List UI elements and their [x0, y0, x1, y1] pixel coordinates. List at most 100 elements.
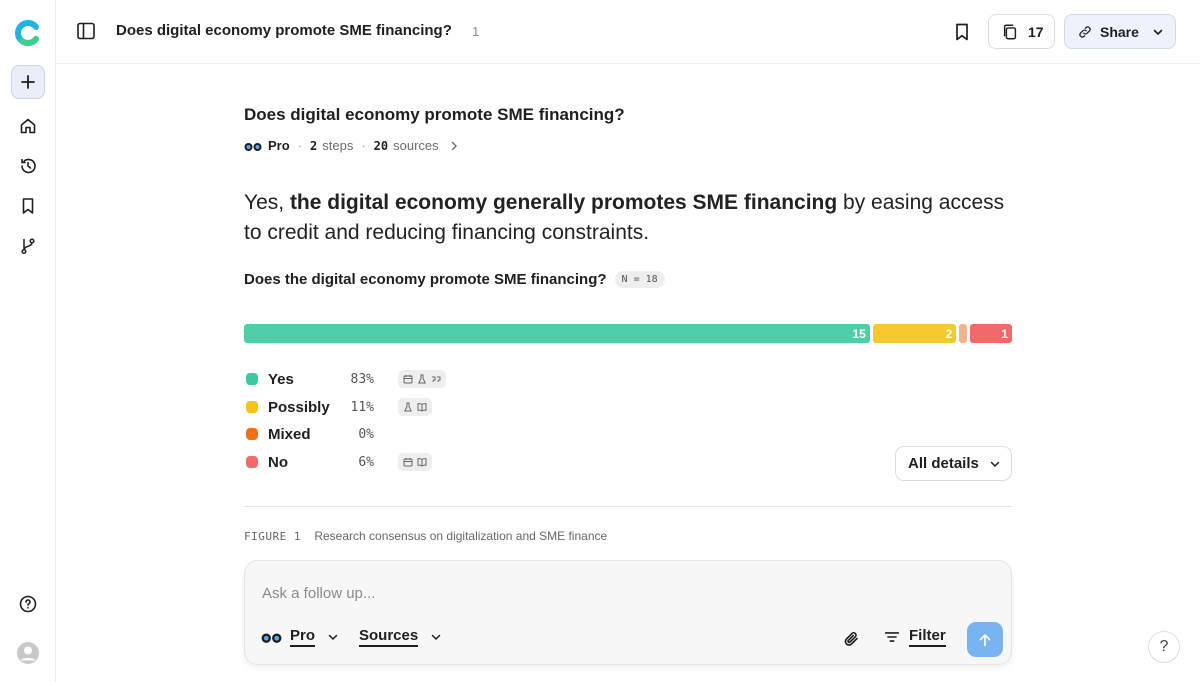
all-details-label: All details: [908, 455, 979, 472]
bookmark-icon: [22, 198, 34, 214]
follow-up-box: Ask a follow up... Pro Sources Filter: [244, 560, 1012, 665]
legend-percent: 6%: [358, 454, 374, 470]
bar-segment-label: 1: [1001, 326, 1008, 341]
answer-lead: Yes,: [244, 191, 290, 214]
chevron-down-icon: [990, 461, 1000, 467]
calendar-icon: [403, 458, 413, 467]
avatar[interactable]: [11, 636, 45, 670]
chevron-down-icon: [1153, 29, 1163, 35]
figure-label: FIGURE 1: [244, 530, 301, 543]
sources-label: sources: [393, 138, 439, 153]
legend-swatch: [246, 401, 258, 413]
answer-bold: the digital economy generally promotes S…: [289, 191, 838, 214]
legend-row-possibly: Possibly 11%: [244, 397, 544, 417]
plus-icon: [21, 75, 35, 89]
mode-label: Pro: [268, 138, 290, 153]
bar-segment-label: 2: [945, 326, 953, 341]
legend-label: Mixed: [268, 425, 311, 443]
consensus-meter-title: Does the digital economy promote SME fin…: [244, 271, 665, 288]
question-title: Does digital economy promote SME financi…: [244, 105, 625, 124]
study-type-chips[interactable]: [398, 370, 446, 388]
figure-caption: FIGURE 1 Research consensus on digitaliz…: [244, 529, 607, 543]
figure-caption-text: Research consensus on digitalization and…: [314, 529, 608, 543]
mode-selector[interactable]: Pro: [261, 627, 339, 647]
help-floating-button[interactable]: ?: [1148, 631, 1180, 663]
steps-count: 2: [310, 138, 318, 153]
top-bar: Does digital economy promote SME financi…: [56, 0, 1200, 64]
steps-label: steps: [322, 138, 354, 153]
arrow-up-icon: [979, 633, 991, 646]
left-rail: [0, 0, 56, 682]
thread-count: 1: [472, 24, 480, 39]
bar-segment-label: 15: [852, 326, 866, 341]
pages-count: 17: [1028, 23, 1044, 40]
legend-percent: 11%: [350, 399, 374, 415]
app-logo-icon[interactable]: [14, 19, 42, 47]
bookmarks-button[interactable]: [11, 189, 45, 223]
pages-button[interactable]: 17: [988, 14, 1055, 49]
legend-label: No: [268, 453, 288, 471]
git-branch-icon: [21, 238, 35, 255]
bookmark-thread-icon[interactable]: [951, 21, 973, 43]
search-meta[interactable]: Pro · 2 steps · 20 sources: [244, 138, 459, 153]
calendar-icon: [403, 375, 413, 384]
bar-segment-mixed: [959, 324, 968, 343]
new-search-button[interactable]: [11, 65, 45, 99]
legend-swatch: [246, 456, 258, 468]
answer-text: Yes, the digital economy generally promo…: [244, 188, 1012, 248]
paperclip-icon[interactable]: [842, 629, 862, 649]
flask-icon: [403, 402, 413, 412]
chevron-right-icon: [451, 141, 457, 150]
legend-row-mixed: Mixed 0%: [244, 424, 544, 444]
home-icon: [20, 118, 36, 134]
study-type-chips[interactable]: [398, 398, 432, 416]
help-icon: [19, 595, 37, 613]
binoculars-icon: [261, 633, 282, 643]
filter-button[interactable]: Filter: [883, 627, 946, 647]
history-icon: [21, 158, 36, 174]
thread-title: Does digital economy promote SME financi…: [116, 22, 452, 39]
mode-selector-label: Pro: [290, 627, 316, 647]
separator-dot: ·: [297, 138, 303, 153]
send-button[interactable]: [967, 622, 1003, 657]
legend-label: Yes: [268, 370, 294, 388]
user-avatar-icon: [17, 642, 39, 664]
legend-percent: 83%: [350, 371, 374, 387]
legend-swatch: [246, 373, 258, 385]
study-type-chips[interactable]: [398, 453, 432, 471]
filter-icon: [884, 632, 900, 642]
help-button[interactable]: [11, 587, 45, 621]
separator-dot: ·: [361, 138, 366, 153]
bar-segment-possibly: 2: [872, 324, 957, 343]
follow-up-input[interactable]: Ask a follow up...: [262, 585, 375, 602]
quote-icon: [432, 376, 441, 383]
legend-percent: 0%: [358, 426, 374, 442]
chevron-down-icon: [431, 634, 441, 641]
branch-button[interactable]: [11, 229, 45, 263]
sample-size-badge: N = 18: [614, 271, 665, 288]
legend-swatch: [246, 428, 258, 440]
legend-row-no: No 6%: [244, 452, 544, 472]
legend-label: Possibly: [268, 398, 330, 416]
book-icon: [417, 458, 427, 467]
chevron-down-icon: [328, 634, 338, 641]
legend-row-yes: Yes 83%: [244, 369, 544, 389]
sidebar-toggle-icon[interactable]: [76, 21, 96, 41]
sources-selector-label: Sources: [359, 627, 419, 647]
meter-question: Does the digital economy promote SME fin…: [244, 271, 607, 288]
all-details-button[interactable]: All details: [895, 446, 1012, 481]
binoculars-icon: [244, 142, 262, 151]
filter-label: Filter: [909, 627, 946, 647]
history-button[interactable]: [11, 149, 45, 183]
link-icon: [1079, 25, 1091, 38]
share-label: Share: [1100, 23, 1139, 40]
flask-icon: [417, 374, 427, 384]
share-button[interactable]: Share: [1064, 14, 1176, 49]
sources-selector[interactable]: Sources: [359, 627, 442, 647]
bar-segment-yes: 15: [244, 324, 870, 343]
copy-pages-icon: [1003, 24, 1017, 39]
consensus-bar: 15 2 1: [244, 324, 1012, 343]
divider: [244, 506, 1012, 507]
sources-count: 20: [373, 138, 389, 153]
home-button[interactable]: [11, 109, 45, 143]
